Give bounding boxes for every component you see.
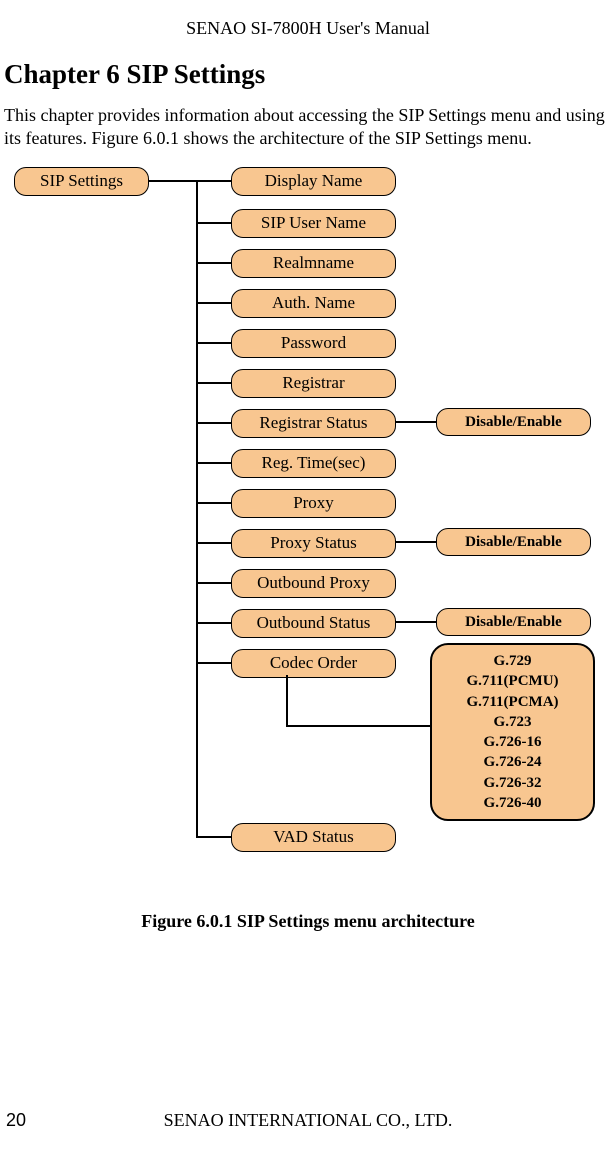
footer-company: SENAO INTERNATIONAL CO., LTD. bbox=[0, 1110, 616, 1131]
node-sip-settings: SIP Settings bbox=[14, 167, 149, 196]
node-vad-status: VAD Status bbox=[231, 823, 396, 852]
codec-item: G.726-16 bbox=[432, 732, 593, 752]
node-codec-order: Codec Order bbox=[231, 649, 396, 678]
connector bbox=[396, 621, 436, 623]
node-proxy-status: Proxy Status bbox=[231, 529, 396, 558]
codec-item: G.726-24 bbox=[432, 752, 593, 772]
connector bbox=[149, 180, 231, 182]
connector bbox=[196, 502, 231, 504]
sip-menu-diagram: SIP Settings Display Name SIP User Name … bbox=[6, 167, 606, 867]
node-display-name: Display Name bbox=[231, 167, 396, 196]
connector bbox=[196, 342, 231, 344]
node-outbound-status-value: Disable/Enable bbox=[436, 608, 591, 636]
connector bbox=[196, 542, 231, 544]
connector bbox=[196, 262, 231, 264]
connector bbox=[196, 180, 198, 836]
node-password: Password bbox=[231, 329, 396, 358]
connector bbox=[286, 725, 430, 727]
codec-list-box: G.729 G.711(PCMU) G.711(PCMA) G.723 G.72… bbox=[430, 643, 595, 821]
node-realmname: Realmname bbox=[231, 249, 396, 278]
connector bbox=[196, 582, 231, 584]
codec-item: G.726-32 bbox=[432, 773, 593, 793]
codec-item: G.726-40 bbox=[432, 793, 593, 813]
node-auth-name: Auth. Name bbox=[231, 289, 396, 318]
node-outbound-status: Outbound Status bbox=[231, 609, 396, 638]
node-registrar-status-value: Disable/Enable bbox=[436, 408, 591, 436]
connector bbox=[196, 662, 231, 664]
figure-caption: Figure 6.0.1 SIP Settings menu architect… bbox=[0, 911, 616, 932]
node-outbound-proxy: Outbound Proxy bbox=[231, 569, 396, 598]
connector bbox=[196, 222, 231, 224]
node-reg-time: Reg. Time(sec) bbox=[231, 449, 396, 478]
connector bbox=[196, 302, 231, 304]
codec-item: G.723 bbox=[432, 712, 593, 732]
connector bbox=[196, 836, 231, 838]
codec-item: G.711(PCMU) bbox=[432, 671, 593, 691]
connector bbox=[196, 462, 231, 464]
node-proxy-status-value: Disable/Enable bbox=[436, 528, 591, 556]
connector bbox=[396, 421, 436, 423]
connector bbox=[196, 622, 231, 624]
codec-item: G.729 bbox=[432, 651, 593, 671]
intro-paragraph: This chapter provides information about … bbox=[4, 104, 606, 149]
connector bbox=[286, 675, 288, 725]
codec-item: G.711(PCMA) bbox=[432, 692, 593, 712]
page-number: 20 bbox=[6, 1110, 26, 1131]
document-header: SENAO SI-7800H User's Manual bbox=[0, 0, 616, 39]
chapter-title: Chapter 6 SIP Settings bbox=[4, 59, 616, 90]
connector bbox=[396, 541, 436, 543]
connector bbox=[196, 422, 231, 424]
page-footer: 20 SENAO INTERNATIONAL CO., LTD. bbox=[0, 1110, 616, 1131]
connector bbox=[196, 382, 231, 384]
node-proxy: Proxy bbox=[231, 489, 396, 518]
node-registrar-status: Registrar Status bbox=[231, 409, 396, 438]
node-sip-user-name: SIP User Name bbox=[231, 209, 396, 238]
node-registrar: Registrar bbox=[231, 369, 396, 398]
